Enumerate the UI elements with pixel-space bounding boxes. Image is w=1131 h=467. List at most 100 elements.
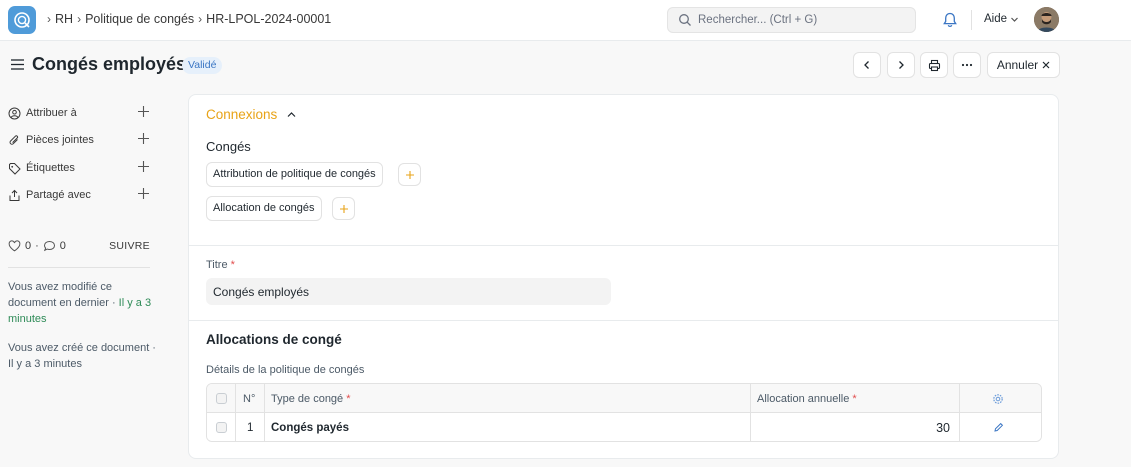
created-info: Vous avez créé ce document · Il y a 3 mi… — [8, 342, 156, 370]
page-title: Congés employés — [32, 54, 187, 74]
chevron-right-icon: › — [47, 12, 51, 26]
app-logo-icon[interactable] — [8, 6, 36, 34]
plus-icon[interactable] — [137, 160, 150, 173]
ellipsis-icon — [961, 63, 973, 67]
chevron-left-icon — [864, 61, 869, 69]
dot-separator: · — [35, 240, 39, 252]
table-header-row: N° Type de congé * Allocation annuelle * — [207, 384, 1041, 413]
comment-icon[interactable] — [43, 240, 56, 252]
sidebar-attachments[interactable]: Pièces jointes — [8, 131, 150, 149]
plus-icon[interactable] — [137, 132, 150, 145]
chevron-down-icon — [1011, 17, 1018, 22]
table-row[interactable]: 1 Congés payés 30 — [207, 413, 1041, 441]
search-icon — [679, 14, 691, 26]
previous-document-button[interactable] — [853, 52, 881, 78]
title-field-label: Titre * — [206, 259, 235, 271]
breadcrumb-document-id[interactable]: HR-LPOL-2024-00001 — [206, 12, 331, 26]
user-avatar[interactable] — [1034, 7, 1059, 32]
connections-title: Connexions — [206, 107, 278, 122]
paperclip-icon — [9, 134, 19, 145]
column-divider — [750, 384, 751, 441]
sidebar-item-label: Partagé avec — [26, 189, 91, 201]
row-edit-cell — [993, 413, 1004, 441]
plus-icon — [339, 204, 348, 213]
column-settings-cell — [992, 384, 1004, 413]
last-modified-info: Vous avez modifié ce document en dernier… — [8, 279, 156, 327]
assign-user-icon — [8, 107, 21, 119]
column-divider — [235, 384, 236, 441]
plus-icon[interactable] — [137, 105, 150, 118]
gear-icon[interactable] — [992, 393, 1004, 405]
column-header-annual-allocation-label: Allocation annuelle — [757, 392, 850, 405]
title-input[interactable] — [206, 278, 611, 305]
chevron-up-icon — [287, 112, 296, 117]
document-form-card: Connexions Congés Attribution de politiq… — [188, 94, 1059, 459]
section-divider — [189, 245, 1058, 246]
add-leave-allocation-button[interactable] — [332, 197, 355, 220]
notification-bell-icon[interactable] — [941, 11, 959, 29]
connections-section-toggle[interactable]: Connexions — [206, 107, 297, 122]
section-divider — [189, 320, 1058, 321]
chevron-right-icon: › — [198, 12, 203, 26]
row-annual-allocation[interactable]: 30 — [757, 413, 950, 441]
row-leave-type[interactable]: Congés payés — [271, 413, 349, 441]
more-actions-button[interactable] — [953, 52, 981, 78]
plus-icon[interactable] — [137, 187, 150, 200]
navbar-divider — [971, 10, 972, 30]
pencil-icon[interactable] — [993, 422, 1004, 433]
follow-button[interactable]: SUIVRE — [109, 240, 150, 252]
chevron-right-icon: › — [77, 12, 82, 26]
column-header-leave-type: Type de congé * — [271, 384, 351, 413]
breadcrumb-leave-policy[interactable]: Politique de congés — [85, 12, 194, 26]
heart-icon[interactable] — [8, 240, 21, 252]
search-bar[interactable] — [667, 7, 916, 33]
required-mark: * — [346, 392, 351, 405]
search-input[interactable] — [698, 14, 898, 26]
column-divider — [264, 384, 265, 441]
cancel-document-button[interactable]: Annuler — [987, 52, 1060, 78]
cancel-label: Annuler — [996, 58, 1039, 72]
help-label: Aide — [984, 13, 1008, 25]
column-header-leave-type-label: Type de congé — [271, 392, 344, 405]
sidebar-tags[interactable]: Étiquettes — [8, 159, 150, 177]
column-divider — [959, 384, 960, 441]
row-checkbox[interactable] — [216, 422, 227, 433]
tag-icon — [9, 162, 21, 175]
help-dropdown[interactable]: Aide — [984, 13, 1019, 25]
sidebar-item-label: Étiquettes — [26, 162, 75, 174]
link-leave-allocation[interactable]: Allocation de congés — [206, 196, 322, 221]
share-icon — [9, 189, 20, 201]
sidebar-shared-with[interactable]: Partagé avec — [8, 186, 150, 204]
engagement-row: 0 · 0 SUIVRE — [8, 238, 150, 254]
modified-text: Vous avez modifié ce document en dernier… — [8, 281, 119, 309]
connections-group-title: Congés — [206, 139, 251, 154]
select-all-checkbox[interactable] — [216, 393, 227, 404]
add-leave-policy-assignment-button[interactable] — [398, 163, 421, 186]
row-no: 1 — [247, 421, 254, 434]
comments-count: 0 — [59, 240, 66, 252]
row-checkbox-cell — [216, 413, 227, 441]
breadcrumb-rh[interactable]: RH — [55, 12, 73, 26]
plus-icon — [405, 170, 414, 179]
required-mark: * — [230, 259, 235, 271]
sidebar-assign-to[interactable]: Attribuer à — [8, 104, 150, 122]
status-badge: Validé — [182, 57, 223, 74]
close-icon — [1042, 61, 1050, 69]
allocations-section-title: Allocations de congé — [206, 332, 342, 347]
link-leave-policy-assignment[interactable]: Attribution de politique de congés — [206, 162, 383, 187]
top-navbar: › RH › Politique de congés › HR-LPOL-202… — [0, 0, 1131, 41]
sidebar-toggle-icon[interactable] — [11, 59, 24, 70]
sidebar-item-label: Pièces jointes — [26, 134, 94, 146]
likes-count: 0 — [25, 240, 32, 252]
column-header-no: N° — [243, 392, 256, 405]
breadcrumb: › RH › Politique de congés › HR-LPOL-202… — [47, 12, 331, 26]
chevron-right-icon — [899, 61, 904, 69]
policy-details-label: Détails de la politique de congés — [206, 364, 365, 376]
leave-policy-details-table: N° Type de congé * Allocation annuelle *… — [206, 383, 1042, 442]
select-all-checkbox-cell — [216, 384, 227, 413]
print-button[interactable] — [920, 52, 948, 78]
title-label-text: Titre — [206, 259, 228, 271]
next-document-button[interactable] — [887, 52, 915, 78]
printer-icon — [928, 59, 940, 71]
required-mark: * — [852, 392, 857, 405]
